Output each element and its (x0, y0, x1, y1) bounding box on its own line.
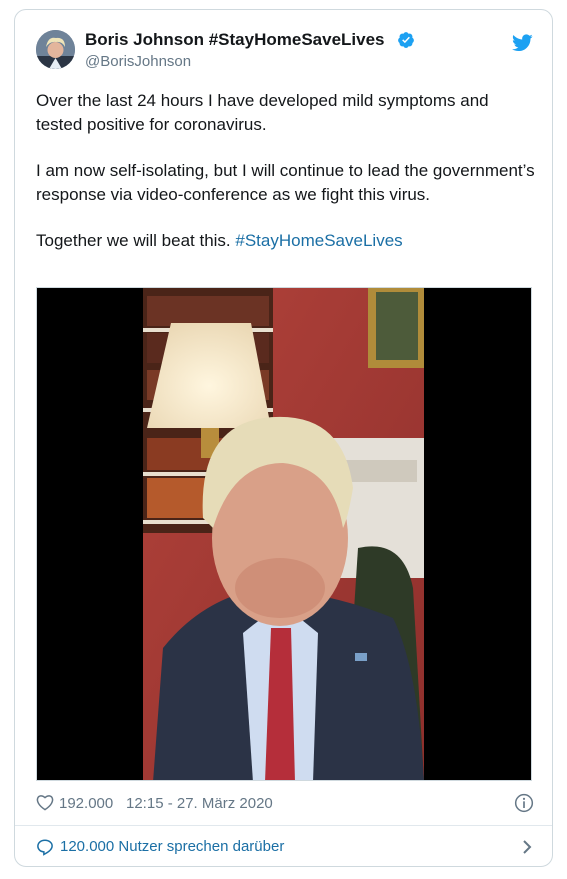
tweet-text: Over the last 24 hours I have developed … (36, 89, 536, 253)
tweet-meta: 192.000 12:15 - 27. März 2020 (36, 792, 534, 814)
twitter-bird-icon[interactable] (512, 34, 533, 52)
tweet-paragraph-text: Together we will beat this. (36, 231, 231, 250)
heart-icon[interactable] (36, 794, 54, 811)
info-icon[interactable] (514, 793, 534, 813)
chevron-right-icon[interactable] (520, 839, 534, 855)
conversation-link[interactable]: 120.000 Nutzer sprechen darüber (36, 836, 534, 858)
author-handle[interactable]: @BorisJohnson (85, 53, 191, 70)
video-player[interactable] (36, 287, 532, 781)
tweet-paragraph: Over the last 24 hours I have developed … (36, 91, 489, 134)
timestamp[interactable]: 12:15 - 27. März 2020 (126, 795, 273, 812)
hashtag-link[interactable]: #StayHomeSaveLives (235, 231, 402, 250)
conversation-label[interactable]: 120.000 Nutzer sprechen darüber (60, 838, 284, 855)
tweet-paragraph: Together we will beat this. #StayHomeSav… (36, 229, 536, 253)
video-thumbnail[interactable] (143, 288, 424, 781)
author-name[interactable]: Boris Johnson #StayHomeSaveLives (85, 30, 385, 50)
like-count[interactable]: 192.000 (59, 795, 113, 812)
verified-badge-icon (398, 32, 414, 48)
avatar[interactable] (36, 30, 75, 69)
tweet-card[interactable]: Boris Johnson #StayHomeSaveLives @BorisJ… (14, 9, 553, 867)
tweet-paragraph: I am now self-isolating, but I will cont… (36, 161, 535, 204)
divider (15, 825, 552, 826)
speech-bubble-icon (37, 839, 53, 856)
